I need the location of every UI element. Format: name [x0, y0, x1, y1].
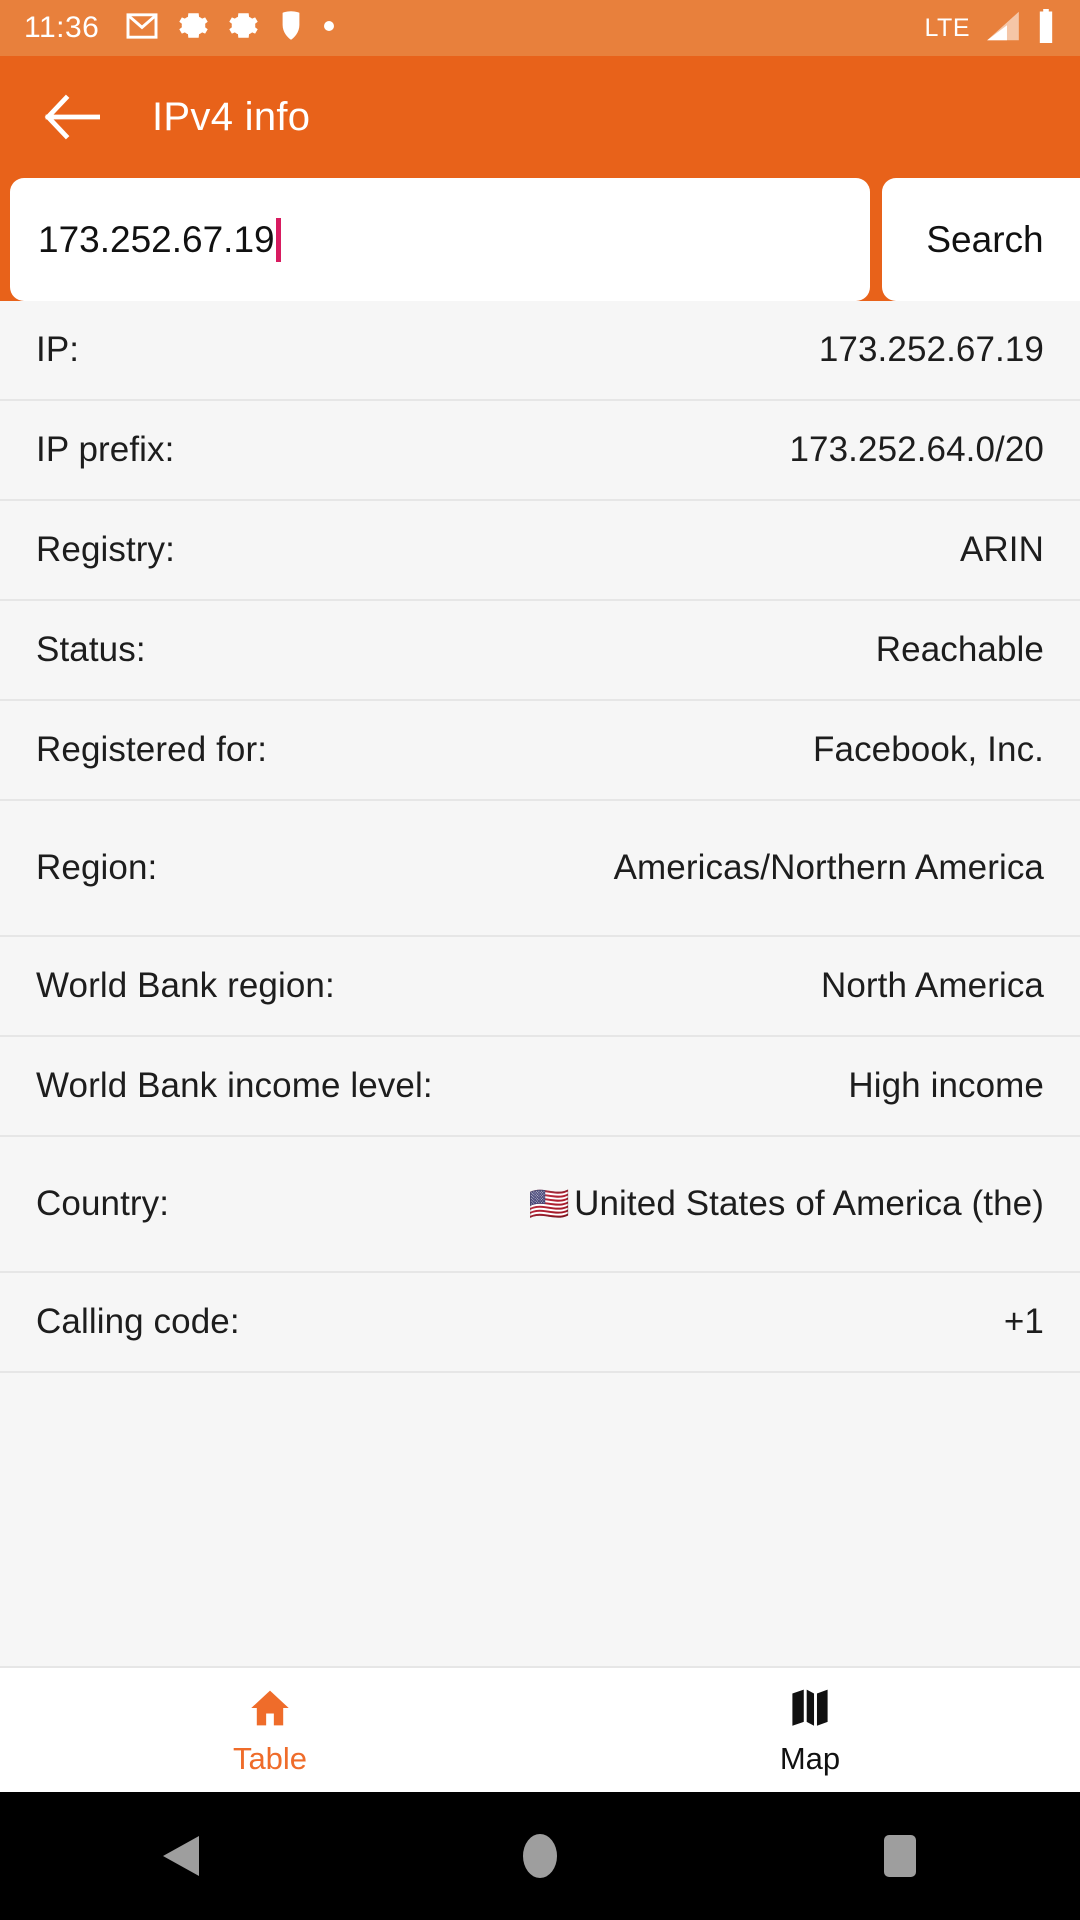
tab-table[interactable]: Table [0, 1668, 540, 1792]
table-row-value: ARIN [959, 529, 1044, 569]
table-row-value: Americas/Northern America [613, 847, 1044, 887]
table-row-label: Calling code: [36, 1302, 240, 1341]
text-caret [275, 217, 281, 262]
table-row-label: Registered for: [36, 730, 268, 769]
table-row-value: Facebook, Inc. [813, 729, 1044, 769]
network-type-label: LTE [924, 13, 970, 42]
table-row: Status: Reachable [0, 601, 1080, 701]
battery-icon [1036, 8, 1056, 48]
table-row-label: IP prefix: [36, 430, 175, 469]
table-row-value: High income [848, 1065, 1044, 1105]
back-triangle-icon[interactable] [120, 1792, 240, 1920]
table-row: Country: 🇺🇸 United States of America (the) [0, 1137, 1080, 1273]
search-input[interactable]: 173.252.67.19 [10, 178, 870, 301]
table-row: Calling code: +1 [0, 1273, 1080, 1373]
table-row: IP: 173.252.67.19 [0, 301, 1080, 401]
table-row-label: Status: [36, 630, 146, 669]
app-bar-top: IPv4 info [0, 56, 1080, 178]
phone-screen: 11:36 LTE IPv4 info 173.252.67.19 Search… [0, 0, 1080, 1920]
dot-icon [323, 19, 335, 37]
gmail-icon [125, 12, 159, 45]
table-row-label: Country: [36, 1184, 170, 1223]
status-bar-system-icons: LTE [924, 8, 1057, 48]
tab-map-label: Map [779, 1741, 841, 1776]
gear-icon [178, 10, 209, 46]
map-icon [788, 1686, 832, 1735]
back-arrow-icon[interactable] [40, 85, 104, 149]
table-row-value: +1 [1003, 1301, 1044, 1341]
gear-icon [228, 10, 259, 46]
ip-info-table: IP: 173.252.67.19 IP prefix: 173.252.64.0/2… [0, 301, 1080, 1666]
android-navigation-bar [0, 1792, 1080, 1920]
table-row: World Bank income level: High income [0, 1037, 1080, 1137]
search-button-label: Search [926, 218, 1044, 260]
table-row-value: 173.252.64.0/20 [789, 429, 1044, 469]
page-title: IPv4 info [152, 95, 311, 139]
status-bar: 11:36 LTE [0, 0, 1080, 56]
search-button[interactable]: Search [882, 178, 1080, 301]
table-row-label: Registry: [36, 530, 175, 569]
tab-table-label: Table [232, 1741, 308, 1776]
table-row-value: 173.252.67.19 [818, 329, 1044, 369]
table-row-value-text: United States of America (the) [574, 1183, 1044, 1223]
table-row: Registry: ARIN [0, 501, 1080, 601]
table-row: World Bank region: North America [0, 937, 1080, 1037]
table-row-value: Reachable [875, 629, 1044, 669]
search-input-value: 173.252.67.19 [38, 219, 275, 260]
table-row: Region: Americas/Northern America [0, 801, 1080, 937]
country-flag-icon: 🇺🇸 [528, 1184, 571, 1222]
app-bar: IPv4 info 173.252.67.19 Search [0, 56, 1080, 301]
bottom-tab-bar: Table Map [0, 1666, 1080, 1792]
status-bar-notification-icons [125, 10, 335, 46]
table-row-label: World Bank income level: [36, 1066, 433, 1105]
table-row-label: Region: [36, 848, 158, 887]
shield-icon [278, 10, 304, 46]
table-row-label: World Bank region: [36, 966, 335, 1005]
status-bar-clock: 11:36 [24, 11, 100, 44]
table-row-value: North America [820, 965, 1044, 1005]
recents-square-icon[interactable] [840, 1792, 960, 1920]
home-circle-icon[interactable] [480, 1792, 600, 1920]
table-row-value: 🇺🇸 United States of America (the) [529, 1183, 1044, 1226]
table-row: Registered for: Facebook, Inc. [0, 701, 1080, 801]
tab-map[interactable]: Map [540, 1668, 1080, 1792]
signal-icon [984, 10, 1022, 47]
table-row: IP prefix: 173.252.64.0/20 [0, 401, 1080, 501]
home-icon [248, 1686, 292, 1735]
table-row-label: IP: [36, 330, 80, 369]
search-bar: 173.252.67.19 Search [0, 178, 1080, 301]
